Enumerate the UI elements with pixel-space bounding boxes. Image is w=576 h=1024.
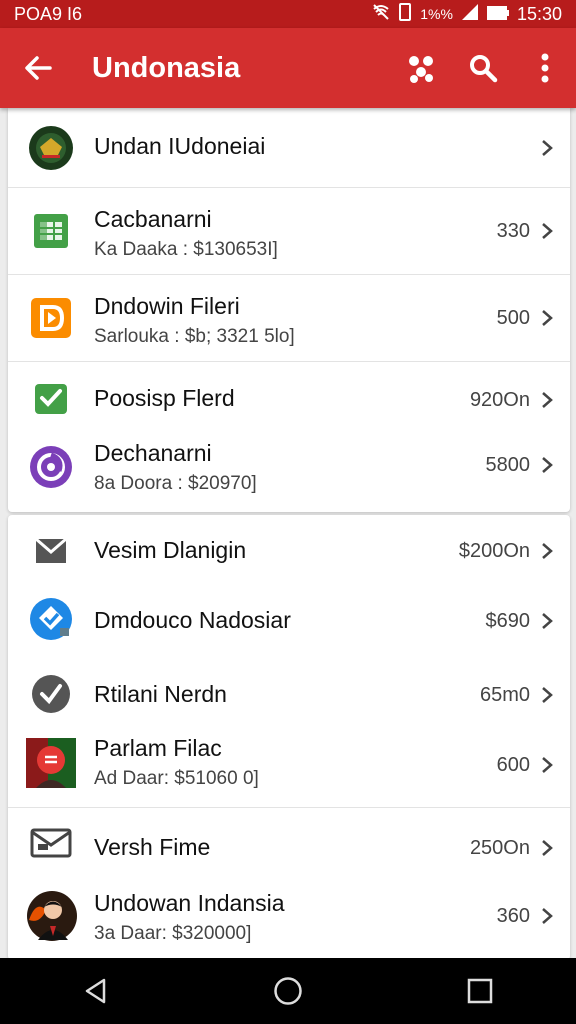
system-nav-bar [0,958,576,1024]
nav-back-button[interactable] [66,961,126,1021]
status-right: 1%% 15:30 [372,2,562,26]
check-badge-icon [28,375,74,421]
avatar-icon [26,890,78,942]
list-item-value: 5800 [485,454,531,476]
chevron-right-icon [538,391,556,409]
nav-recents-button[interactable] [450,961,510,1021]
list-item-title: Dndowin Fileri [94,293,240,319]
back-button[interactable] [0,28,76,108]
list-item-subtitle: 3a Daar: $320000] [94,923,252,944]
status-bar: POA9 I6 1%% 15:30 [0,0,576,28]
list-item-subtitle: Ka Daaka : $130653I] [94,239,278,260]
chevron-right-icon [538,222,556,240]
swirl-logo-icon [28,444,74,490]
list-item[interactable]: Dmdouco Nadosiar $690 [8,585,570,655]
spreadsheet-icon [28,208,74,254]
nav-home-button[interactable] [258,961,318,1021]
chevron-right-icon [538,839,556,857]
list-item[interactable]: Undan IUdoneiai [8,108,570,188]
wifi-off-icon [372,3,390,26]
list-item[interactable]: Dechanarni 8a Doora : $20970] 5800 [8,434,570,512]
search-button[interactable] [452,28,514,108]
list-item-title: Rtilani Nerdn [94,681,227,707]
list-item[interactable]: Rtilani Nerdn 65m0 [8,655,570,733]
battery-percent: 1%% [420,6,453,22]
list-item-value: 250On [469,837,530,859]
list-item[interactable]: Dndowin Fileri Sarlouka : $b; 3321 5lo] … [8,275,570,362]
list-item[interactable]: Undowan Indansia 3a Daar: $320000] 360 [8,878,570,960]
check-circle-icon [28,671,74,717]
chevron-right-icon [538,309,556,327]
chevron-right-icon [538,612,556,630]
list-item-subtitle: Sarlouka : $b; 3321 5lo] [94,326,295,347]
list-item-value: 500 [496,307,530,329]
list-item[interactable]: Vesim Dlanigin $200On [8,515,570,585]
list-item-subtitle: Ad Daar: $51060 0] [94,768,259,789]
chevron-right-icon [538,686,556,704]
list-item[interactable]: Parlam Filac Ad Daar: $51060 0] 600 [8,733,570,808]
mail-icon [28,527,74,573]
envelope-icon [28,820,74,866]
list-item[interactable]: Cacbanarni Ka Daaka : $130653I] 330 [8,188,570,275]
app-bar: Undonasia [0,28,576,108]
chevron-right-icon [538,456,556,474]
arrow-left-icon [25,56,52,80]
list-item-title: Dechanarni [94,440,212,466]
list-item-title: Dmdouco Nadosiar [94,607,291,633]
avatar-icon [26,738,76,788]
play-file-icon [28,295,74,341]
list-card-2: Vesim Dlanigin $200On Dmdouco Nadosiar $… [8,515,570,960]
list-item-value: $690 [485,610,531,632]
vibrate-icon [398,2,412,26]
list-item-title: Undowan Indansia [94,890,285,916]
chevron-right-icon [538,542,556,560]
list-item-value: 360 [496,905,530,927]
list-item-value: 920On [469,389,530,411]
list-item-title: Parlam Filac [94,735,222,761]
chevron-right-icon [538,756,556,774]
status-left-text: POA9 I6 [14,3,83,24]
list-item-subtitle: 8a Doora : $20970] [94,473,257,494]
list-item-value: 330 [496,220,530,242]
status-time: 15:30 [516,3,562,24]
square-recents-icon [467,978,493,1004]
indonesia-emblem-icon [28,125,74,171]
circle-home-icon [274,977,302,1005]
search-icon [470,55,498,83]
list-card-1: Undan IUdoneiai Cacbanarni Ka Daaka : $1… [8,108,570,512]
list-item-value: $200On [458,540,530,562]
list-item[interactable]: Poosisp Flerd 920On [8,362,570,434]
list-item-title: Undan IUdoneiai [94,133,266,159]
chevron-right-icon [538,139,556,157]
list-item-title: Vesim Dlanigin [94,537,247,563]
list-item-title: Versh Fime [94,834,211,860]
triangle-back-icon [85,978,106,1004]
list-item[interactable]: Versh Fime 250On [8,808,570,878]
shield-check-icon [28,596,74,642]
list-item-value: 65m0 [479,684,530,706]
battery-icon [486,4,509,25]
page-title: Undonasia [92,51,241,84]
molecule-icon [409,56,433,83]
signal-icon [461,3,479,26]
list-item-title: Poosisp Flerd [94,385,235,411]
more-vert-icon [541,53,549,83]
chevron-right-icon [538,907,556,925]
share-button[interactable] [390,28,452,108]
list-item-title: Cacbanarni [94,206,212,232]
list-item-value: 600 [496,754,530,776]
overflow-menu-button[interactable] [514,28,576,108]
